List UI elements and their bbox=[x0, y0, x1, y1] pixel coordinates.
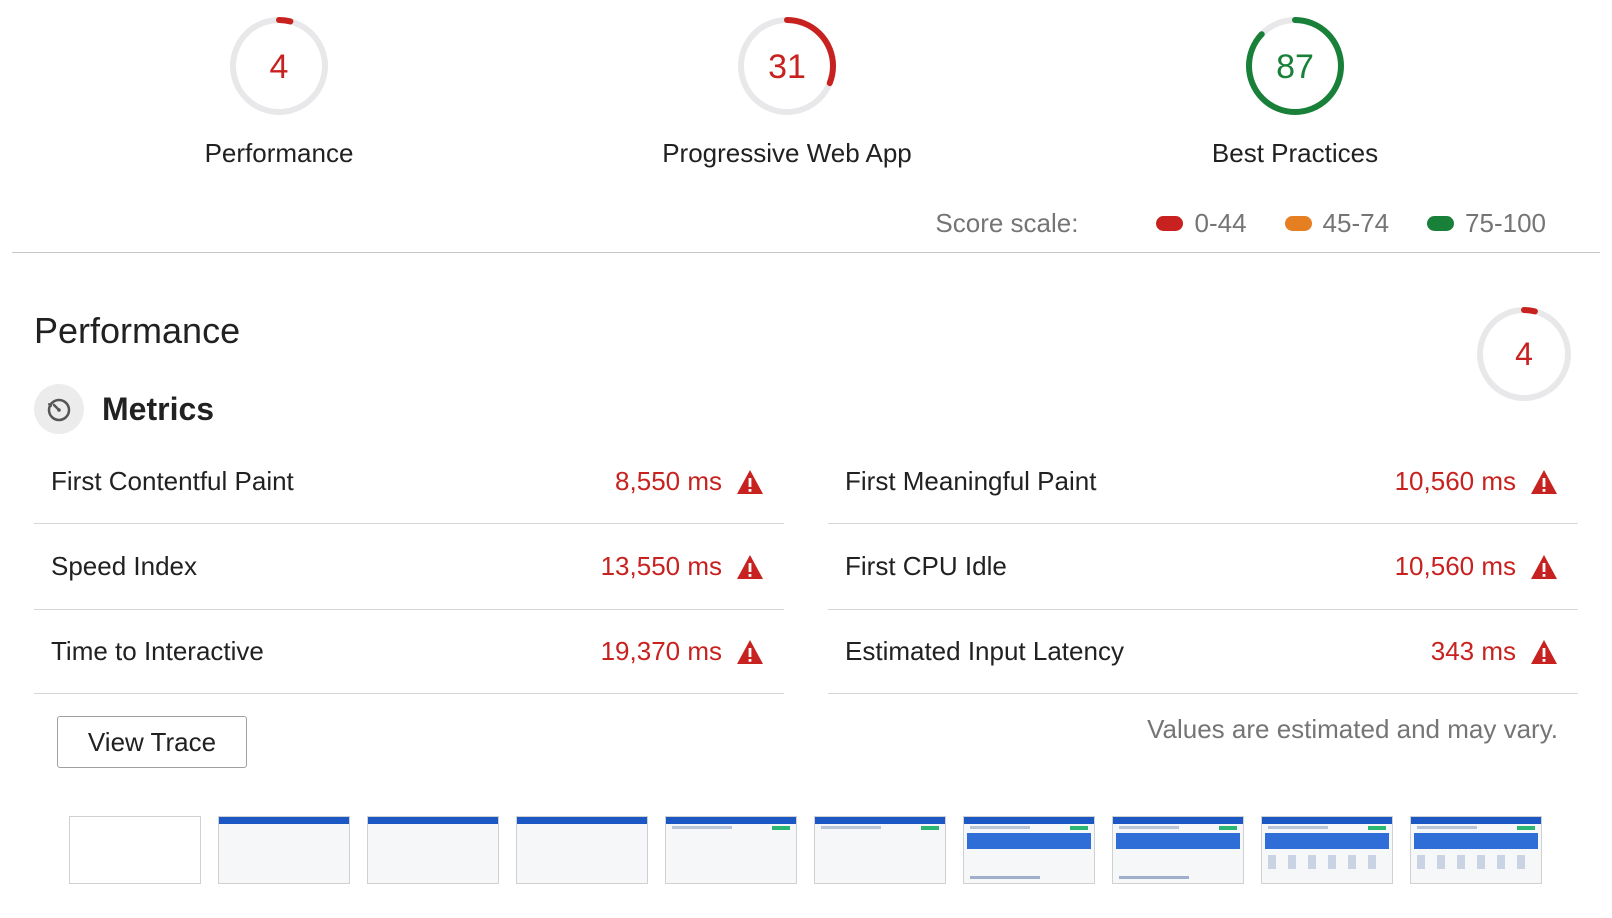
frame-button bbox=[921, 826, 939, 830]
frame-panel bbox=[1414, 833, 1538, 849]
metric-name: Time to Interactive bbox=[51, 636, 264, 666]
metrics-column-left: First Contentful Paint 8,550 ms Speed In… bbox=[34, 440, 784, 694]
frame-header-bar bbox=[964, 817, 1094, 824]
score-gauge-ring: 87 bbox=[1246, 17, 1344, 115]
stopwatch-icon bbox=[34, 384, 84, 434]
metric-name: First Meaningful Paint bbox=[845, 466, 1097, 496]
warning-triangle-icon bbox=[737, 554, 763, 579]
section-title: Performance bbox=[34, 310, 241, 351]
gauge-score: 87 bbox=[1276, 48, 1314, 86]
gauge-pwa[interactable]: 31 Progressive Web App bbox=[607, 14, 967, 169]
metric-value: 8,550 ms bbox=[615, 466, 722, 496]
estimate-note: Values are estimated and may vary. bbox=[1147, 714, 1558, 744]
pass-pill-icon bbox=[1427, 216, 1455, 231]
filmstrip-frame bbox=[69, 816, 201, 884]
frame-header-bar bbox=[666, 817, 796, 824]
frame-button bbox=[1517, 826, 1535, 830]
gauge-label: Best Practices bbox=[1211, 138, 1379, 168]
fail-pill-icon bbox=[1156, 216, 1184, 231]
filmstrip bbox=[69, 816, 1559, 884]
scale-range: 75-100 bbox=[1465, 208, 1546, 238]
frame-content bbox=[1268, 855, 1386, 869]
metric-name: First CPU Idle bbox=[845, 551, 1007, 581]
frame-button bbox=[1070, 826, 1088, 830]
warning-triangle-icon bbox=[737, 469, 763, 494]
scale-range: 0-44 bbox=[1194, 208, 1247, 238]
metric-value: 343 ms bbox=[1430, 636, 1516, 666]
frame-subheader bbox=[1119, 826, 1179, 829]
frame-header-bar bbox=[815, 817, 945, 824]
frame-subheader bbox=[821, 826, 881, 829]
gauge-performance[interactable]: 4 Performance bbox=[99, 14, 459, 169]
gauge-label: Progressive Web App bbox=[662, 138, 912, 168]
frame-footer bbox=[970, 876, 1040, 879]
score-gauge-ring: 31 bbox=[738, 17, 836, 115]
frame-subheader bbox=[970, 826, 1030, 829]
metric-row[interactable]: First CPU Idle 10,560 ms bbox=[828, 524, 1578, 610]
metric-name: First Contentful Paint bbox=[51, 466, 294, 496]
frame-content bbox=[1417, 855, 1535, 869]
metric-name: Estimated Input Latency bbox=[845, 636, 1124, 666]
warning-triangle-icon bbox=[1531, 639, 1557, 664]
view-trace-button[interactable]: View Trace bbox=[57, 716, 247, 768]
gauge-best-practices[interactable]: 87 Best Practices bbox=[1115, 14, 1475, 169]
frame-button bbox=[772, 826, 790, 830]
frame-button bbox=[1219, 826, 1237, 830]
filmstrip-frame bbox=[665, 816, 797, 884]
frame-header-bar bbox=[1262, 817, 1392, 824]
gauge-score: 4 bbox=[1515, 336, 1533, 372]
metric-row[interactable]: Time to Interactive 19,370 ms bbox=[34, 610, 784, 694]
frame-panel bbox=[1265, 833, 1389, 849]
filmstrip-frame bbox=[1112, 816, 1244, 884]
frame-button bbox=[1368, 826, 1386, 830]
metric-value: 10,560 ms bbox=[1394, 551, 1516, 581]
scale-item-pass: 75-100 bbox=[1427, 208, 1546, 239]
metrics-label: Metrics bbox=[102, 390, 215, 427]
frame-panel bbox=[967, 833, 1091, 849]
scale-item-average: 45-74 bbox=[1284, 208, 1390, 239]
metric-row[interactable]: First Contentful Paint 8,550 ms bbox=[34, 440, 784, 524]
filmstrip-frame bbox=[963, 816, 1095, 884]
scale-range: 45-74 bbox=[1322, 208, 1390, 238]
score-scale-legend: Score scale: 0-44 45-74 75-100 bbox=[935, 208, 1546, 239]
frame-subheader bbox=[672, 826, 732, 829]
filmstrip-frame bbox=[367, 816, 499, 884]
filmstrip-frame bbox=[1261, 816, 1393, 884]
warning-triangle-icon bbox=[1531, 554, 1557, 579]
frame-footer bbox=[1119, 876, 1189, 879]
filmstrip-frame bbox=[814, 816, 946, 884]
filmstrip-frame bbox=[1410, 816, 1542, 884]
metric-value: 13,550 ms bbox=[600, 551, 722, 581]
frame-header-bar bbox=[1411, 817, 1541, 824]
frame-header-bar bbox=[517, 817, 647, 824]
warning-triangle-icon bbox=[1531, 469, 1557, 494]
metric-value: 10,560 ms bbox=[1394, 466, 1516, 496]
frame-header-bar bbox=[1113, 817, 1243, 824]
metrics-header: Metrics bbox=[34, 384, 214, 434]
metric-value: 19,370 ms bbox=[600, 636, 722, 666]
frame-header-bar bbox=[368, 817, 498, 824]
header-divider bbox=[12, 252, 1600, 253]
frame-panel bbox=[1116, 833, 1240, 849]
metric-name: Speed Index bbox=[51, 551, 198, 581]
metric-row[interactable]: First Meaningful Paint 10,560 ms bbox=[828, 440, 1578, 524]
filmstrip-frame bbox=[516, 816, 648, 884]
scale-item-fail: 0-44 bbox=[1156, 208, 1247, 239]
metrics-column-right: First Meaningful Paint 10,560 ms First C… bbox=[828, 440, 1578, 694]
warning-triangle-icon bbox=[737, 639, 763, 664]
frame-header-bar bbox=[219, 817, 349, 824]
gauge-score: 31 bbox=[768, 48, 806, 86]
score-gauge-ring: 4 bbox=[230, 17, 328, 115]
frame-subheader bbox=[1268, 826, 1328, 829]
average-pill-icon bbox=[1284, 216, 1312, 231]
score-scale-title: Score scale: bbox=[935, 208, 1079, 238]
gauge-score: 4 bbox=[270, 48, 289, 86]
metric-row[interactable]: Estimated Input Latency 343 ms bbox=[828, 610, 1578, 694]
filmstrip-frame bbox=[218, 816, 350, 884]
gauge-label: Performance bbox=[204, 138, 354, 168]
performance-score-gauge: 4 bbox=[1477, 307, 1571, 401]
metric-row[interactable]: Speed Index 13,550 ms bbox=[34, 524, 784, 610]
frame-subheader bbox=[1417, 826, 1477, 829]
